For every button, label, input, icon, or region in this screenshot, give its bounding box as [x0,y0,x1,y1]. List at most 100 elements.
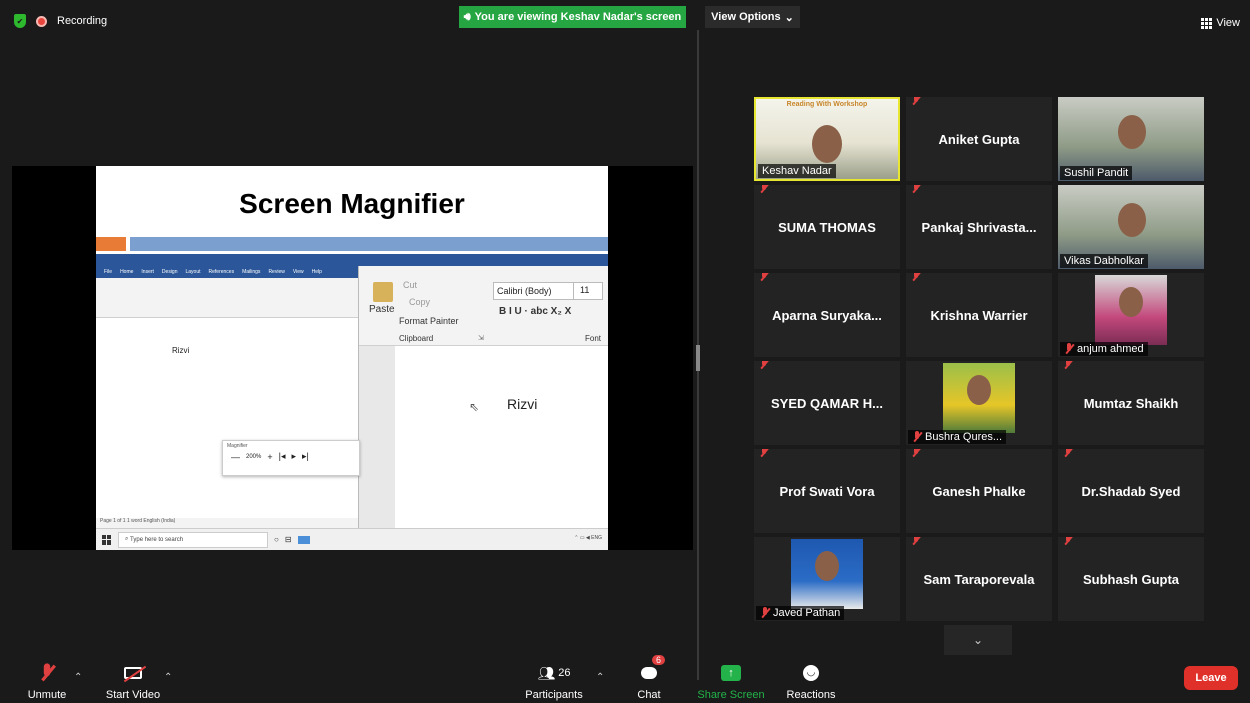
participant-tile[interactable]: anjum ahmed [1058,273,1204,357]
start-video-label: Start Video [105,689,161,701]
word-ribbon [96,278,358,318]
participant-tile[interactable]: Sam Taraporevala [906,537,1052,621]
slide-title: Screen Magnifier [239,188,465,219]
start-video-button[interactable]: Start Video [102,655,164,703]
magnified-ribbon: Paste Cut Copy Format Painter Clipboard … [359,266,608,346]
participant-name: Krishna Warrier [930,307,1028,323]
word-document-text: Rizvi [172,346,190,355]
participant-tile[interactable]: Dr.Shadab Syed [1058,449,1204,533]
microphone-muted-icon [759,449,769,458]
participant-name: Aniket Gupta [938,131,1020,147]
split-resize-handle[interactable] [696,345,700,371]
participant-name: Subhash Gupta [1082,571,1180,587]
participant-tile[interactable]: SUMA THOMAS [754,185,900,269]
reactions-button[interactable]: ◡ Reactions [784,655,838,703]
microphone-muted-icon [1063,449,1073,458]
cortana-icon: ○ [274,535,279,544]
video-off-icon [123,661,147,685]
font-format-buttons: B I U · abc X₂ X [499,306,572,317]
share-screen-button[interactable]: ↑ Share Screen [696,655,766,703]
participant-name: SUMA THOMAS [778,219,876,235]
slide-accent-bar [130,237,608,251]
chat-unread-badge: 6 [651,655,665,665]
participant-tile[interactable]: Pankaj Shrivasta... [906,185,1052,269]
participant-tile[interactable]: Vikas Dabholkar [1058,185,1204,269]
participant-tile[interactable]: Aparna Suryaka... [754,273,900,357]
microphone-muted-icon [911,185,921,194]
zoom-out-icon: — [231,451,240,462]
recording-icon [36,15,47,27]
participant-tile[interactable]: Sushil Pandit [1058,97,1204,181]
active-video-text: Reading With Workshop [786,101,868,108]
audio-options-caret-icon[interactable]: ⌃ [74,672,82,683]
font-size-box: 11 [573,282,608,300]
participant-face [812,125,842,163]
presentation-slide: Screen Magnifier File Home Insert Design Lay… [96,166,608,550]
participant-name-label: anjum ahmed [1060,342,1148,356]
video-options-caret-icon[interactable]: ⌃ [164,672,172,683]
paste-label: Paste [369,304,395,315]
participant-name: Ganesh Phalke [932,483,1026,499]
participant-name: Javed Pathan [773,607,841,619]
magnifier-control-window: Magnifier — 200% + |◂ ▸ ▸| [222,440,360,476]
magnified-margin [359,346,395,528]
participant-name: Aparna Suryaka... [772,307,882,323]
participant-tile[interactable]: Reading With Workshop Keshav Nadar [754,97,900,181]
participants-button[interactable]: 👥︎ 26 Participants [522,655,586,703]
cursor-icon: ⇖ [469,400,480,414]
word-title-bar [96,254,608,266]
app-icon [297,535,310,544]
participant-tile[interactable]: Mumtaz Shaikh [1058,361,1204,445]
microphone-muted-icon [911,273,921,282]
participant-tile[interactable]: Aniket Gupta [906,97,1052,181]
participants-label: Participants [525,689,583,701]
participant-tile[interactable]: Prof Swati Vora [754,449,900,533]
participant-name: SYED QAMAR H... [771,395,883,411]
participant-name-label: Javed Pathan [756,606,845,620]
leave-meeting-button[interactable]: Leave [1184,666,1238,690]
recording-label: Recording [57,15,108,27]
unmute-button[interactable]: Unmute [22,655,72,703]
meeting-status: ✔ Recording [14,14,107,28]
view-options-button[interactable]: View Options ⌄ [705,6,800,28]
zoom-level: 200% [246,453,262,460]
participant-name: Keshav Nadar [762,165,832,177]
reactions-label: Reactions [786,689,836,701]
participant-tile[interactable]: Bushra Qures... [906,361,1052,445]
participants-options-caret-icon[interactable]: ⌃ [596,672,604,683]
participant-tile[interactable]: Ganesh Phalke [906,449,1052,533]
font-group-label: Font [585,334,602,343]
chat-label: Chat [637,689,661,701]
gallery-next-page-button[interactable]: ⌄ [944,625,1012,655]
participant-tile[interactable]: SYED QAMAR H... [754,361,900,445]
view-label: View [1216,17,1240,29]
participant-face [1119,287,1143,317]
shared-screen: Screen Magnifier File Home Insert Design Lay… [12,166,693,550]
participant-name: Dr.Shadab Syed [1081,483,1181,499]
word-status-bar: Page 1 of 1 1 word English (India) [96,518,358,528]
clipboard-label: Clipboard [399,334,434,343]
unmute-label: Unmute [27,689,67,701]
microphone-muted-icon [912,431,922,443]
participant-tile[interactable]: Javed Pathan [754,537,900,621]
task-view-icon: ⊟ [284,535,292,544]
chat-button[interactable]: 6 Chat [630,655,668,703]
word-document: Rizvi [96,318,358,518]
security-shield-icon[interactable]: ✔ [14,14,26,28]
view-button[interactable]: View [1201,17,1240,29]
participant-name: Sam Taraporevala [923,571,1035,587]
windows-start-icon [102,534,112,545]
participant-name-label: Bushra Qures... [908,430,1007,444]
magnifier-title: Magnifier [227,443,248,449]
participant-video [1095,275,1167,345]
banner-text: You are viewing Keshav Nadar's screen [474,11,682,23]
participant-name-label: Keshav Nadar [758,164,836,178]
participant-name: Prof Swati Vora [779,483,875,499]
microphone-muted-icon [759,361,769,370]
system-tray: ⌃ ▭ ◀ ENG [574,535,602,541]
participants-icon: 👥︎ 26 [537,664,571,681]
participant-tile[interactable]: Krishna Warrier [906,273,1052,357]
view-options-label: View Options [711,11,781,23]
participant-tile[interactable]: Subhash Gupta [1058,537,1204,621]
reactions-icon: ◡ [803,661,819,685]
